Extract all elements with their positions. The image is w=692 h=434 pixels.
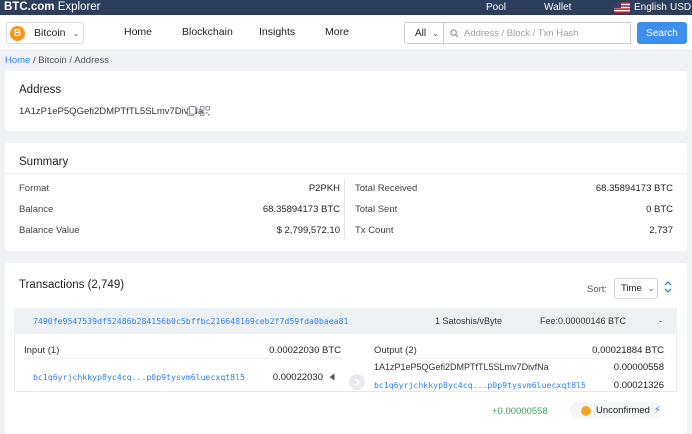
brand-logo[interactable]: BTC.com Explorer: [4, 0, 101, 15]
brand-sub: Explorer: [57, 1, 101, 13]
output-label: Output (2): [374, 345, 417, 356]
output-address-link[interactable]: bc1q6yrjchkkyp8yc4cq...p0p9tysvm6luecxqt…: [374, 380, 586, 390]
nav-more[interactable]: More: [325, 26, 349, 38]
chevron-down-icon: ⌄: [432, 28, 439, 38]
output-amount: 0.00021326: [613, 380, 664, 391]
input-label: Input (1): [24, 345, 60, 356]
summary-value-balance: 68.35894173 BTC: [262, 204, 340, 215]
search-input[interactable]: Address / Block / Txn Hash: [443, 22, 631, 44]
sort-select[interactable]: Time ⌄: [614, 278, 658, 299]
divider: [374, 358, 666, 359]
summary-value-balance-value: $ 2,799,572.10: [276, 225, 340, 236]
transaction-header: 7490fe9547539df52486b284156b0c5bffbc2166…: [14, 308, 677, 334]
us-flag-icon[interactable]: [614, 2, 630, 13]
chevron-down-icon: ⌄: [72, 28, 80, 38]
breadcrumb-bitcoin[interactable]: Bitcoin: [38, 55, 67, 66]
summary-title: Summary: [19, 156, 69, 168]
brand-main: BTC.com: [4, 1, 55, 13]
nav-insights[interactable]: Insights: [259, 26, 295, 38]
summary-card: Summary Format P2PKH Balance 68.35894173…: [5, 143, 687, 251]
output-total: 0.00021884 BTC: [592, 345, 664, 356]
qr-code-icon[interactable]: [200, 106, 210, 116]
breadcrumb-address: Address: [74, 55, 110, 66]
pending-dot-icon: [581, 405, 591, 416]
transaction-fee-rate: 1 Satoshis/vByte: [435, 316, 503, 326]
search-button[interactable]: Search: [637, 22, 687, 44]
summary-value-total-received: 68.35894173 BTC: [595, 183, 673, 194]
column-separator: [344, 179, 345, 239]
search-icon: [450, 28, 459, 37]
sort-order-icon[interactable]: [664, 280, 672, 294]
status-badge: Unconfirmed ⚡: [570, 402, 662, 419]
breadcrumb-separator: /: [32, 55, 36, 66]
divider: [5, 173, 687, 174]
currency-selector[interactable]: USD: [670, 0, 691, 15]
sort-value: Time: [621, 283, 642, 294]
bitcoin-icon: B: [10, 25, 25, 41]
summary-label-balance-value: Balance Value: [19, 225, 80, 236]
chevron-down-icon: ⌄: [647, 284, 655, 293]
summary-value-tx-count: 2,737: [649, 225, 673, 236]
summary-label-balance: Balance: [19, 204, 54, 215]
nav-blockchain[interactable]: Blockchain: [182, 26, 233, 38]
main-navbar: B Bitcoin ⌄ Home Blockchain Insights Mor…: [0, 15, 692, 51]
triangle-left-icon: [329, 373, 335, 381]
output-address-text: 1A1zP1eP5QGefi2DMPTfTL5SLmv7DivfNa: [374, 362, 549, 372]
transactions-title: Transactions (2,749): [19, 279, 125, 291]
status-label: Unconfirmed: [596, 405, 650, 416]
transaction-body: Input (1) 0.00022030 BTC bc1q6yrjchkkyp8…: [14, 334, 677, 392]
summary-label-total-sent: Total Sent: [355, 204, 398, 215]
net-change: +0.00000558: [492, 406, 548, 417]
copy-icon[interactable]: [187, 106, 196, 116]
transaction-fee: Fee:0.00000146 BTC: [540, 316, 627, 326]
arrow-right-icon: [349, 374, 365, 390]
language-selector[interactable]: English: [634, 0, 667, 15]
transaction-hash-link[interactable]: 7490fe9547539df52486b284156b0c5bffbc2166…: [33, 316, 348, 326]
search-scope-select[interactable]: All ⌄: [404, 22, 444, 44]
breadcrumb-home[interactable]: Home: [5, 55, 30, 66]
search-placeholder: Address / Block / Txn Hash: [464, 27, 579, 39]
nav-home[interactable]: Home: [124, 26, 152, 38]
output-amount: 0.00000558: [613, 362, 664, 373]
breadcrumb-separator: /: [69, 55, 73, 66]
lightning-icon[interactable]: ⚡: [654, 405, 661, 416]
summary-value-total-sent: 0 BTC: [646, 204, 673, 215]
transaction-extra: -: [659, 316, 662, 326]
summary-label-tx-count: Tx Count: [355, 225, 394, 236]
summary-label-total-received: Total Received: [355, 183, 418, 194]
address-title: Address: [19, 84, 62, 96]
input-amount: 0.00022030: [272, 372, 323, 383]
input-address-link[interactable]: bc1q6yrjchkkyp8yc4cq...p0p9tysvm6luecxqt…: [33, 372, 245, 382]
coin-selector[interactable]: B Bitcoin ⌄: [6, 22, 84, 44]
top-bar: BTC.com Explorer Pool Wallet English USD: [0, 0, 692, 15]
input-total: 0.00022030 BTC: [269, 345, 341, 356]
breadcrumb: Home / Bitcoin / Address: [5, 55, 109, 66]
address-card: Address 1A1zP1eP5QGefi2DMPTfTL5SLmv7Divf…: [5, 71, 687, 131]
top-link-pool[interactable]: Pool: [486, 0, 506, 15]
coin-selector-label: Bitcoin: [34, 27, 66, 39]
sort-label: Sort:: [587, 284, 608, 295]
address-value: 1A1zP1eP5QGefi2DMPTfTL5SLmv7DivfNa: [19, 106, 204, 117]
search-scope-label: All: [415, 27, 427, 39]
top-link-wallet[interactable]: Wallet: [544, 0, 571, 15]
summary-value-format: P2PKH: [308, 183, 340, 194]
divider: [24, 358, 342, 359]
summary-label-format: Format: [19, 183, 50, 194]
